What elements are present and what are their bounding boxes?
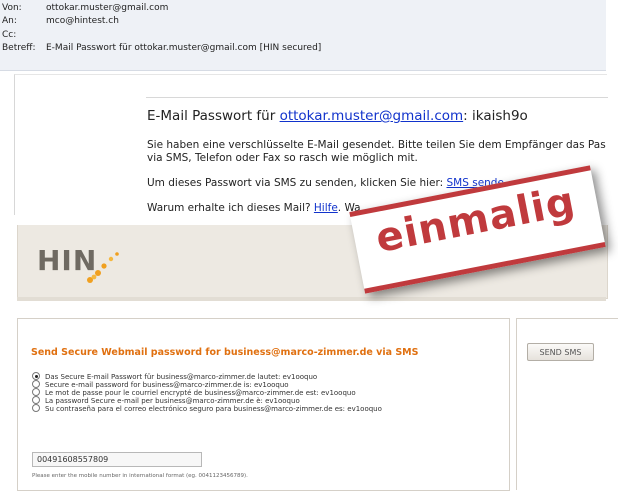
from-label: Von:: [2, 3, 22, 13]
send-sms-button[interactable]: SEND SMS: [527, 343, 594, 361]
radio-icon[interactable]: [32, 404, 40, 412]
hin-band-shadow: [17, 297, 606, 301]
cc-label: Cc:: [2, 30, 17, 40]
to-value[interactable]: mco@hintest.ch: [46, 16, 119, 26]
mail-line-3: Um dieses Passwort via SMS zu senden, kl…: [147, 177, 504, 189]
language-option-it[interactable]: La password Secure e-mail per business@m…: [32, 396, 300, 405]
language-option-es[interactable]: Su contraseña para el correo electrónico…: [32, 404, 382, 413]
mail-title-link[interactable]: ottokar.muster@gmail.com: [280, 108, 464, 124]
option-label: Le mot de passe pour le courriel encrypt…: [45, 389, 356, 397]
from-value[interactable]: ottokar.muster@gmail.com: [46, 3, 168, 13]
help-link[interactable]: Hilfe: [314, 202, 338, 214]
option-label: Su contraseña para el correo electrónico…: [45, 405, 382, 413]
mail-title-prefix: E-Mail Passwort für: [147, 108, 280, 124]
radio-icon[interactable]: [32, 380, 40, 388]
to-label: An:: [2, 16, 17, 26]
subject-label: Betreff:: [2, 43, 36, 53]
language-option-en[interactable]: Secure e-mail password for business@marc…: [32, 380, 289, 389]
option-label: Secure e-mail password for business@marc…: [45, 381, 289, 389]
email-header: Von: ottokar.muster@gmail.com An: mco@hi…: [0, 0, 606, 71]
language-option-fr[interactable]: Le mot de passe pour le courriel encrypt…: [32, 388, 356, 397]
radio-icon[interactable]: [32, 396, 40, 404]
mail-password: : ikaish9o: [463, 108, 528, 124]
option-label: Das Secure E-mail Passwort für business@…: [45, 373, 318, 381]
subject-value: E-Mail Passwort für ottokar.muster@gmail…: [46, 43, 322, 53]
mail-title: E-Mail Passwort für ottokar.muster@gmail…: [147, 108, 528, 124]
radio-selected-icon[interactable]: [32, 372, 40, 380]
radio-icon[interactable]: [32, 388, 40, 396]
why-text: Warum erhalte ich dieses Mail?: [147, 202, 314, 214]
mobile-number-hint: Please enter the mobile number in intern…: [32, 473, 248, 479]
language-option-de[interactable]: Das Secure E-mail Passwort für business@…: [32, 372, 318, 381]
mail-line-2: via SMS, Telefon oder Fax so rasch wie m…: [147, 152, 418, 164]
option-label: La password Secure e-mail per business@m…: [45, 397, 300, 405]
sms-instruction: Um dieses Passwort via SMS zu senden, kl…: [147, 177, 447, 189]
mobile-number-input[interactable]: 00491608557809: [32, 452, 202, 467]
mail-line-4: Warum erhalte ich dieses Mail? Hilfe. Wa: [147, 202, 361, 214]
sms-panel-title: Send Secure Webmail password for busines…: [31, 347, 419, 358]
mail-divider: [146, 97, 608, 98]
mail-line-1: Sie haben eine verschlüsselte E-Mail ges…: [147, 139, 606, 151]
hin-dots-icon: [87, 252, 119, 283]
